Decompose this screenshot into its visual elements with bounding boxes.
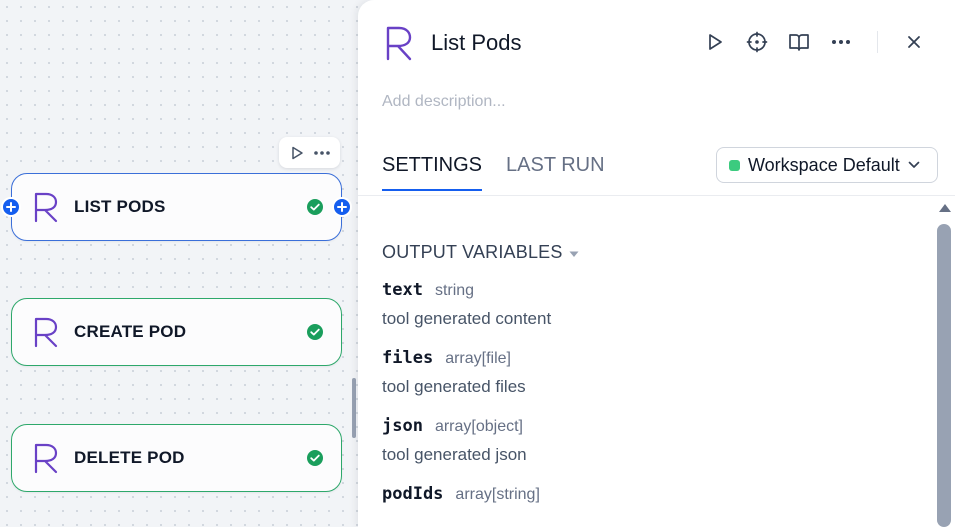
tabs-divider [358, 195, 955, 196]
tab-last-run[interactable]: LAST RUN [506, 154, 605, 191]
header-divider [877, 31, 878, 53]
crosshair-icon[interactable] [745, 30, 769, 54]
workflow-node-list-pods[interactable]: LIST PODS [1, 173, 352, 241]
more-horizontal-icon[interactable] [829, 30, 853, 54]
panel-title[interactable]: List Pods [431, 30, 522, 56]
panel-resize-handle[interactable] [352, 378, 356, 438]
success-check-icon [306, 449, 324, 467]
node-title: LIST PODS [74, 197, 166, 216]
workspace-select[interactable]: Workspace Default [716, 147, 938, 183]
book-open-icon[interactable] [787, 30, 811, 54]
workspace-select-label: Workspace Default [748, 154, 900, 175]
output-variables-toggle[interactable]: OUTPUT VARIABLES [382, 242, 579, 263]
output-variable: files array[file] tool generated files [382, 348, 526, 397]
panel-tabs: SETTINGS LAST RUN [382, 154, 605, 191]
variable-name: json [382, 416, 423, 436]
scrollbar-thumb[interactable] [937, 224, 951, 527]
workflow-node-create-pod[interactable]: CREATE POD [11, 298, 342, 366]
node-title: CREATE POD [74, 322, 187, 341]
section-title: OUTPUT VARIABLES [382, 242, 563, 262]
caret-down-icon [569, 242, 579, 263]
description-input[interactable]: Add description... [382, 93, 506, 111]
variable-type: array[object] [434, 418, 523, 435]
workflow-node-delete-pod[interactable]: DELETE POD [11, 424, 342, 492]
variable-type: array[string] [455, 486, 540, 503]
output-variable: text string tool generated content [382, 280, 551, 329]
chevron-down-icon [908, 156, 920, 174]
close-icon[interactable] [902, 30, 926, 54]
tab-settings[interactable]: SETTINGS [382, 154, 483, 191]
success-check-icon [306, 198, 324, 216]
output-variable: json array[object] tool generated json [382, 416, 527, 465]
variable-type: array[file] [445, 350, 511, 367]
output-variable: podIds array[string] [382, 484, 540, 504]
node-toolbar [279, 137, 340, 168]
tool-logo-icon [384, 25, 414, 61]
variable-description: tool generated json [382, 445, 527, 464]
node-title: DELETE POD [74, 448, 185, 467]
variable-name: files [382, 348, 434, 368]
tool-logo-icon [32, 442, 60, 474]
variable-description: tool generated files [382, 377, 526, 396]
tool-logo-icon [32, 191, 60, 223]
variable-description: tool generated content [382, 309, 552, 328]
node-detail-panel: List Pods Add description... SETTINGS LA… [358, 0, 955, 527]
vertical-scrollbar[interactable] [936, 200, 952, 527]
play-icon[interactable] [287, 143, 307, 163]
variable-type: string [434, 282, 475, 299]
scroll-up-arrow-icon[interactable] [939, 204, 951, 212]
more-horizontal-icon[interactable] [312, 143, 332, 163]
status-dot [729, 159, 740, 171]
tool-logo-icon [32, 316, 60, 348]
success-check-icon [306, 323, 324, 341]
variable-name: podIds [382, 484, 444, 504]
play-icon[interactable] [703, 30, 727, 54]
variable-name: text [382, 280, 423, 300]
node-output-handle[interactable] [332, 197, 352, 217]
node-input-handle[interactable] [1, 197, 21, 217]
